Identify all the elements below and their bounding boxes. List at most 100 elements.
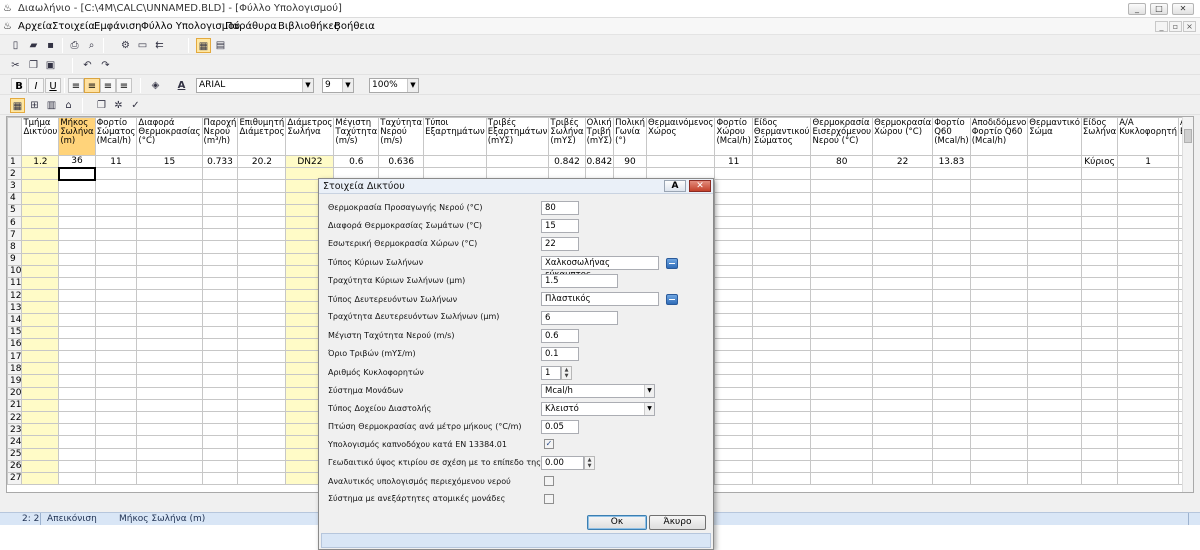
grid-cell[interactable] bbox=[201, 398, 239, 412]
grid-cell[interactable] bbox=[969, 374, 1029, 388]
expansion-tank-select[interactable]: Κλειστό ▼ bbox=[541, 402, 655, 416]
supply-temp-input[interactable]: 80 bbox=[541, 201, 579, 215]
grid-cell[interactable] bbox=[714, 313, 753, 327]
grid-cell[interactable]: 1 bbox=[1117, 154, 1180, 169]
row-header[interactable]: 24 bbox=[7, 435, 23, 449]
grid-cell[interactable] bbox=[136, 228, 203, 242]
column-header[interactable]: Είδος Σωλήνα bbox=[1080, 117, 1119, 156]
grid-cell[interactable] bbox=[94, 240, 138, 254]
grid-cell[interactable] bbox=[94, 349, 138, 364]
grid-cell[interactable] bbox=[58, 423, 96, 437]
report-icon[interactable]: ▤ bbox=[213, 38, 228, 53]
grid-cell[interactable] bbox=[932, 423, 971, 437]
check-chart-icon[interactable]: ✓ bbox=[128, 98, 143, 113]
grid-cell[interactable] bbox=[872, 447, 934, 461]
grid-cell[interactable] bbox=[751, 410, 812, 425]
grid-cell[interactable] bbox=[969, 471, 1029, 486]
grid-cell[interactable] bbox=[872, 203, 934, 217]
grid-cell[interactable] bbox=[751, 289, 812, 303]
cut-icon[interactable]: ✂ bbox=[8, 58, 23, 73]
grid-cell[interactable]: 90 bbox=[613, 154, 647, 169]
grid-cell[interactable] bbox=[751, 154, 812, 169]
grid-cell[interactable] bbox=[201, 179, 239, 193]
grid-cell[interactable] bbox=[714, 325, 753, 339]
grid-cell[interactable] bbox=[136, 167, 203, 181]
grid-cell[interactable] bbox=[810, 325, 874, 339]
row-header[interactable]: 18 bbox=[7, 362, 23, 376]
grid-cell[interactable] bbox=[932, 191, 971, 205]
grid-cell[interactable] bbox=[237, 362, 287, 376]
grid-cell[interactable] bbox=[1080, 203, 1119, 217]
column-header[interactable]: Ολική Τριβή (mΥΣ) bbox=[584, 117, 615, 156]
grid-cell[interactable] bbox=[872, 410, 934, 425]
column-header[interactable]: Θερμαντικό Σώμα bbox=[1027, 117, 1082, 156]
grid-cell[interactable] bbox=[1027, 289, 1082, 303]
grid-cell[interactable] bbox=[201, 325, 239, 339]
grid-cell[interactable] bbox=[1027, 435, 1082, 449]
grid-cell[interactable] bbox=[932, 179, 971, 193]
grid-cell[interactable] bbox=[810, 240, 874, 254]
grid-cell[interactable] bbox=[58, 228, 96, 242]
grid-cell[interactable] bbox=[969, 447, 1029, 461]
grid-cell[interactable] bbox=[237, 203, 287, 217]
grid-cell[interactable] bbox=[1080, 435, 1119, 449]
grid-cell[interactable] bbox=[969, 362, 1029, 376]
grid-cell[interactable] bbox=[751, 325, 812, 339]
row-header[interactable]: 12 bbox=[7, 289, 23, 303]
grid-cell[interactable] bbox=[237, 325, 287, 339]
copy-icon[interactable]: ❐ bbox=[26, 58, 41, 73]
menu-files[interactable]: Αρχεία bbox=[18, 21, 52, 32]
grid-cell[interactable] bbox=[872, 228, 934, 242]
grid-cell[interactable] bbox=[872, 349, 934, 364]
grid-cell[interactable] bbox=[872, 374, 934, 388]
grid-cell[interactable] bbox=[201, 410, 239, 425]
align-right-icon[interactable]: ≡ bbox=[100, 78, 116, 93]
grid-cell[interactable] bbox=[1117, 203, 1180, 217]
row-header[interactable]: 11 bbox=[7, 276, 23, 291]
grid-cell[interactable]: 20.2 bbox=[237, 154, 287, 169]
grid-cell[interactable] bbox=[136, 337, 203, 352]
grid-cell[interactable]: 0.842 bbox=[584, 154, 615, 169]
chevron-down-icon[interactable]: ▼ bbox=[644, 403, 654, 415]
grid-cell[interactable] bbox=[932, 459, 971, 473]
grid-cell[interactable] bbox=[751, 203, 812, 217]
grid-cell[interactable] bbox=[21, 423, 60, 437]
grid-cell[interactable] bbox=[136, 191, 203, 205]
grid-cell[interactable] bbox=[1027, 154, 1082, 169]
calc-sheet-icon[interactable]: ▦ bbox=[196, 38, 211, 53]
grid-cell[interactable] bbox=[1117, 167, 1180, 181]
grid-cell[interactable] bbox=[1080, 191, 1119, 205]
row-header[interactable]: 14 bbox=[7, 313, 23, 327]
row-header[interactable]: 10 bbox=[7, 264, 23, 278]
grid-cell[interactable] bbox=[21, 301, 60, 315]
grid-cell[interactable] bbox=[21, 240, 60, 254]
grid-cell[interactable] bbox=[58, 386, 96, 400]
grid-cell[interactable] bbox=[1080, 386, 1119, 400]
grid-cell[interactable] bbox=[932, 215, 971, 230]
redo-icon[interactable]: ↷ bbox=[98, 58, 113, 73]
grid-cell[interactable] bbox=[645, 154, 716, 169]
grid-cell[interactable] bbox=[237, 398, 287, 412]
friction-limit-input[interactable]: 0.1 bbox=[541, 347, 579, 361]
grid-cell[interactable] bbox=[751, 362, 812, 376]
grid-cell[interactable] bbox=[810, 362, 874, 376]
grid-cell[interactable] bbox=[714, 459, 753, 473]
grid-cell[interactable]: 15 bbox=[136, 154, 203, 169]
grid-cell[interactable] bbox=[237, 264, 287, 278]
grid-cell[interactable]: 11 bbox=[714, 154, 753, 169]
grid-cell[interactable] bbox=[969, 410, 1029, 425]
grid-cell[interactable] bbox=[810, 447, 874, 461]
row-header[interactable]: 4 bbox=[7, 191, 23, 205]
grid-cell[interactable] bbox=[1117, 276, 1180, 291]
grid-cell[interactable] bbox=[94, 276, 138, 291]
grid-cell[interactable] bbox=[237, 289, 287, 303]
grid-cell[interactable] bbox=[872, 215, 934, 230]
grid-cell[interactable] bbox=[1080, 301, 1119, 315]
grid-cell[interactable] bbox=[1080, 459, 1119, 473]
grid-cell[interactable] bbox=[1080, 337, 1119, 352]
grid-cell[interactable] bbox=[751, 191, 812, 205]
grid-cell[interactable] bbox=[237, 410, 287, 425]
grid-cell[interactable] bbox=[872, 191, 934, 205]
row-header[interactable]: 7 bbox=[7, 228, 23, 242]
grid-cell[interactable] bbox=[1117, 252, 1180, 266]
